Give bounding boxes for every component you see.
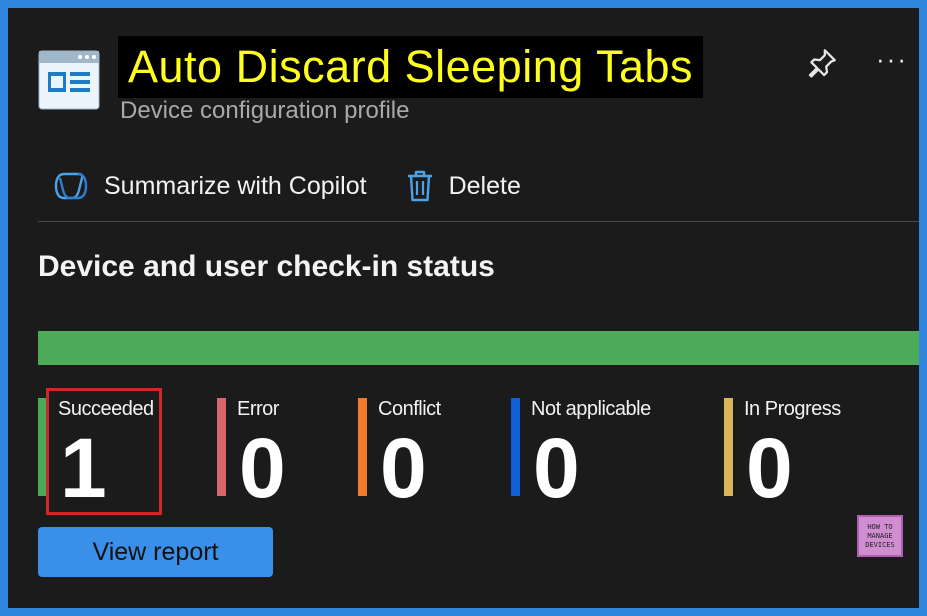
toolbar-divider — [38, 221, 919, 222]
summarize-copilot-label: Summarize with Copilot — [104, 171, 367, 200]
pin-icon[interactable] — [805, 46, 839, 80]
stat-not-applicable-label: Not applicable — [531, 398, 651, 420]
stat-conflict-label: Conflict — [378, 398, 441, 420]
watermark-logo: HOW TO MANAGE DEVICES — [857, 515, 903, 557]
succeeded-highlight-box — [46, 388, 162, 515]
settings-profile-icon — [38, 50, 100, 110]
summarize-copilot-button[interactable]: Summarize with Copilot — [52, 170, 367, 202]
checkin-status-bar — [38, 331, 919, 365]
watermark-line-3: DEVICES — [865, 540, 895, 549]
watermark-line-2: MANAGE — [867, 531, 893, 540]
stat-not-applicable-value: 0 — [533, 421, 580, 515]
delete-button[interactable]: Delete — [405, 169, 521, 203]
trash-icon — [407, 170, 432, 202]
stat-in-progress-stripe — [724, 398, 733, 496]
profile-card: Auto Discard Sleeping Tabs Device config… — [8, 8, 919, 608]
view-report-button[interactable]: View report — [38, 527, 273, 577]
page-subtitle: Device configuration profile — [120, 97, 410, 124]
page-title: Auto Discard Sleeping Tabs — [118, 36, 703, 98]
stat-error-label: Error — [237, 398, 279, 420]
stat-in-progress-value: 0 — [746, 421, 793, 515]
watermark-line-1: HOW TO — [867, 522, 893, 531]
command-bar: Summarize with Copilot Delete — [52, 166, 559, 206]
delete-label: Delete — [448, 171, 521, 200]
stat-conflict-stripe — [358, 398, 367, 496]
stat-not-applicable-stripe — [511, 398, 520, 496]
stat-in-progress-label: In Progress — [744, 398, 841, 420]
stat-error-value: 0 — [239, 421, 286, 515]
stat-conflict-value: 0 — [380, 421, 427, 515]
more-options-button[interactable]: ··· — [876, 44, 908, 75]
stat-error-stripe — [217, 398, 226, 496]
checkin-status-heading: Device and user check-in status — [38, 250, 495, 283]
copilot-icon — [54, 172, 88, 200]
